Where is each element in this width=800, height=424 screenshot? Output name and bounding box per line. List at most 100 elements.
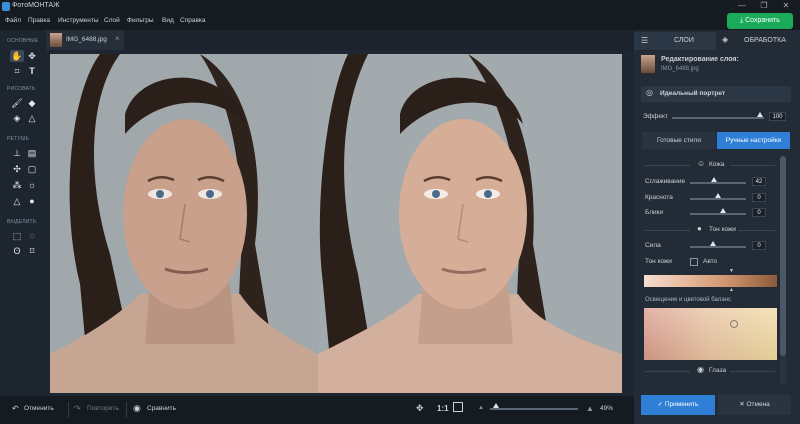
tab-layers[interactable]: ☰ СЛОИ — [634, 32, 716, 50]
auto-checkbox[interactable] — [690, 258, 698, 266]
divider — [645, 371, 690, 372]
healing-tool-icon[interactable]: ✣ — [10, 163, 24, 175]
text-tool-icon[interactable]: T — [25, 65, 39, 77]
lighting-color-pad[interactable] — [644, 308, 777, 360]
section-select: ВЫДЕЛИТЬ — [7, 219, 37, 225]
redness-knob[interactable] — [715, 193, 721, 198]
fill-tool-icon[interactable]: ◈ — [10, 112, 24, 124]
lighting-label: Освещение и цветовой баланс — [645, 297, 731, 303]
hand-tool-icon[interactable]: ✋ — [10, 50, 24, 62]
tone-marker-top: ▼ — [729, 268, 734, 274]
smoothing-value[interactable]: 42 — [752, 177, 766, 186]
lighting-overlay — [644, 308, 777, 360]
ellipse-select-icon[interactable]: ◌ — [25, 230, 39, 242]
eraser-tool-icon[interactable]: ◆ — [25, 97, 39, 109]
redness-value[interactable]: 0 — [752, 193, 766, 202]
effect-value[interactable]: 100 — [769, 112, 786, 121]
maximize-button[interactable]: ❐ — [754, 1, 774, 13]
strength-knob[interactable] — [710, 241, 716, 246]
blur-tool-icon[interactable]: ⁂ — [10, 179, 24, 191]
strength-label: Сила — [645, 242, 661, 249]
redo-button[interactable]: Повторить — [87, 405, 119, 412]
highlights-value[interactable]: 0 — [752, 208, 766, 217]
close-tab-icon[interactable]: × — [115, 34, 120, 43]
lighting-picker[interactable] — [730, 320, 738, 328]
close-window-button[interactable]: ✕ — [776, 1, 796, 13]
apply-button[interactable]: ✓ Применить — [641, 395, 715, 415]
menu-help[interactable]: Справка — [180, 17, 206, 24]
strength-value[interactable]: 0 — [752, 241, 766, 250]
menu-filters[interactable]: Фильтры — [127, 17, 154, 24]
skin-section-title: Кожа — [709, 161, 725, 168]
layer-file-name: IMG_6488.jpg — [661, 66, 699, 72]
tab-manual-settings[interactable]: Ручные настройки — [717, 132, 790, 149]
check-icon: ✓ — [657, 401, 665, 408]
redness-slider[interactable] — [690, 193, 746, 200]
stamp-tool-icon[interactable]: ⊥ — [10, 147, 24, 159]
scrollbar-thumb[interactable] — [780, 156, 786, 356]
zoom-value: 49% — [600, 405, 614, 412]
compare-button[interactable]: Сравнить — [147, 405, 176, 412]
brush-tool-icon[interactable]: 🖌 — [10, 97, 24, 109]
highlights-slider[interactable] — [690, 208, 746, 215]
portrait-icon: ◎ — [646, 88, 653, 97]
strength-slider[interactable] — [690, 241, 746, 248]
effect-label: Эффект — [643, 113, 668, 120]
zoom-out-icon[interactable]: ▲ — [478, 405, 484, 411]
fit-icon[interactable]: ✥ — [416, 403, 424, 414]
shapes-tool-icon[interactable]: △ — [25, 112, 39, 124]
highlights-knob[interactable] — [720, 208, 726, 213]
cancel-button[interactable]: ✕ Отмена — [718, 395, 791, 415]
sharpen-tool-icon[interactable]: △ — [10, 195, 24, 207]
section-retouch: РЕТУШЬ — [7, 136, 29, 142]
effect-slider[interactable] — [672, 112, 764, 119]
file-tab[interactable]: IMG_6488.jpg × — [46, 30, 124, 50]
menu-tools[interactable]: Инструменты — [58, 17, 99, 24]
sliders-icon: ☰ — [641, 36, 649, 45]
skin-tone-label: Тон кожи — [645, 258, 672, 265]
menu-view[interactable]: Вид — [162, 17, 174, 24]
undo-button[interactable]: Отменить — [24, 405, 54, 412]
patch-tool-icon[interactable]: ▤ — [25, 147, 39, 159]
app-title: ФотоМОНТАЖ — [12, 2, 60, 9]
frame-tool-icon[interactable]: ▢ — [25, 163, 39, 175]
highlights-label: Блики — [645, 209, 664, 216]
after-photo — [318, 54, 622, 393]
save-button[interactable]: ⤓ Сохранить — [727, 13, 793, 29]
rect-select-icon[interactable]: ⬚ — [10, 230, 24, 242]
skin-tone-gradient[interactable] — [644, 275, 777, 287]
dodge-tool-icon[interactable]: ☼ — [25, 179, 39, 191]
zoom-in-icon[interactable]: ▲ — [586, 404, 594, 413]
lasso-select-icon[interactable]: ʘ — [10, 245, 24, 257]
tone-marker-bottom: ▲ — [729, 287, 734, 293]
poly-select-icon[interactable]: ⌑ — [25, 245, 39, 257]
menu-layer[interactable]: Слой — [104, 17, 120, 24]
tab-processing[interactable]: ◈ ОБРАБОТКА — [716, 32, 800, 50]
preset-bar[interactable]: ◎ Идеальный портрет — [641, 86, 791, 102]
divider — [68, 402, 69, 418]
crop-tool-icon[interactable]: ⌗ — [10, 65, 24, 77]
fullscreen-icon[interactable] — [453, 402, 463, 412]
smoothing-slider[interactable] — [690, 177, 746, 184]
move-tool-icon[interactable]: ✥ — [25, 50, 39, 62]
ratio-button[interactable]: 1:1 — [437, 404, 449, 413]
menu-edit[interactable]: Правка — [28, 17, 50, 24]
tab-ready-styles[interactable]: Готовые стили — [642, 132, 716, 149]
drop-tool-icon[interactable]: ● — [25, 195, 39, 207]
divider — [645, 165, 690, 166]
effect-slider-knob[interactable] — [757, 112, 763, 117]
zoom-slider-knob[interactable] — [493, 403, 499, 408]
document-tab-bar — [46, 30, 634, 50]
tab-layers-label: СЛОИ — [674, 37, 694, 44]
eye-icon: ◉ — [697, 365, 704, 374]
layer-edit-title: Редактирование слоя: — [661, 56, 739, 63]
menu-file[interactable]: Файл — [5, 17, 21, 24]
panel-scrollbar[interactable] — [780, 156, 786, 384]
apply-label: Применить — [664, 401, 699, 408]
smoothing-knob[interactable] — [711, 177, 717, 182]
compare-icon: ◉ — [133, 403, 141, 413]
zoom-slider[interactable] — [490, 403, 578, 410]
cancel-label: Отмена — [746, 401, 770, 408]
minimize-button[interactable]: — — [732, 1, 752, 13]
layers-icon: ◈ — [722, 35, 729, 44]
